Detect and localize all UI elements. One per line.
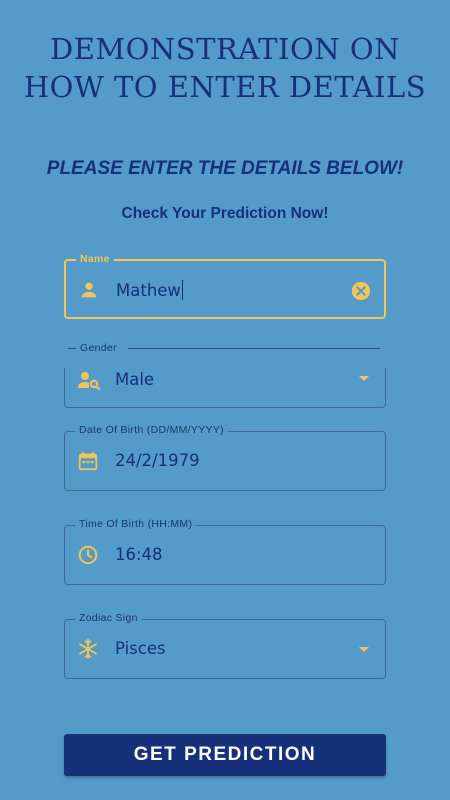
gender-border-left [68,348,76,349]
tob-field[interactable]: Time Of Birth (HH:MM) 16:48 [64,518,386,585]
tob-input[interactable]: 16:48 [115,545,163,564]
dob-input[interactable]: 24/2/1979 [115,451,200,470]
chevron-down-icon[interactable] [359,647,369,652]
title-line-1: DEMONSTRATION ON [50,32,400,66]
zodiac-select[interactable]: Zodiac Sign Pisces [64,612,386,679]
dob-field[interactable]: Date Of Birth (DD/MM/YYYY) 24/2/1979 [64,424,386,491]
name-label: Name [76,253,114,265]
calendar-icon [77,450,99,472]
gender-label: Gender [80,342,117,354]
name-input[interactable]: Mathew [116,280,184,300]
person-search-icon [77,370,101,392]
get-prediction-button[interactable]: GET PREDICTION [64,734,386,776]
person-icon [78,279,100,301]
gender-select[interactable]: Male [64,368,386,408]
instructions-heading: PLEASE ENTER THE DETAILS BELOW! [46,158,404,179]
clock-icon [77,544,99,566]
chevron-down-icon[interactable] [359,376,369,381]
dob-label: Date Of Birth (DD/MM/YYYY) [75,424,228,436]
tagline-text: Check Your Prediction Now! [121,205,329,222]
clear-icon[interactable] [350,280,372,302]
gender-border-top [128,348,380,349]
gender-value: Male [115,370,155,389]
title-line-2: HOW TO ENTER DETAILS [23,70,427,104]
tob-label: Time Of Birth (HH:MM) [75,518,197,530]
zodiac-label: Zodiac Sign [75,612,142,624]
text-cursor [181,280,184,300]
name-field[interactable]: Name Mathew [64,253,386,319]
page-title: DEMONSTRATION ON HOW TO ENTER DETAILS [0,30,450,106]
snowflake-icon [77,638,99,660]
zodiac-value: Pisces [115,639,166,658]
